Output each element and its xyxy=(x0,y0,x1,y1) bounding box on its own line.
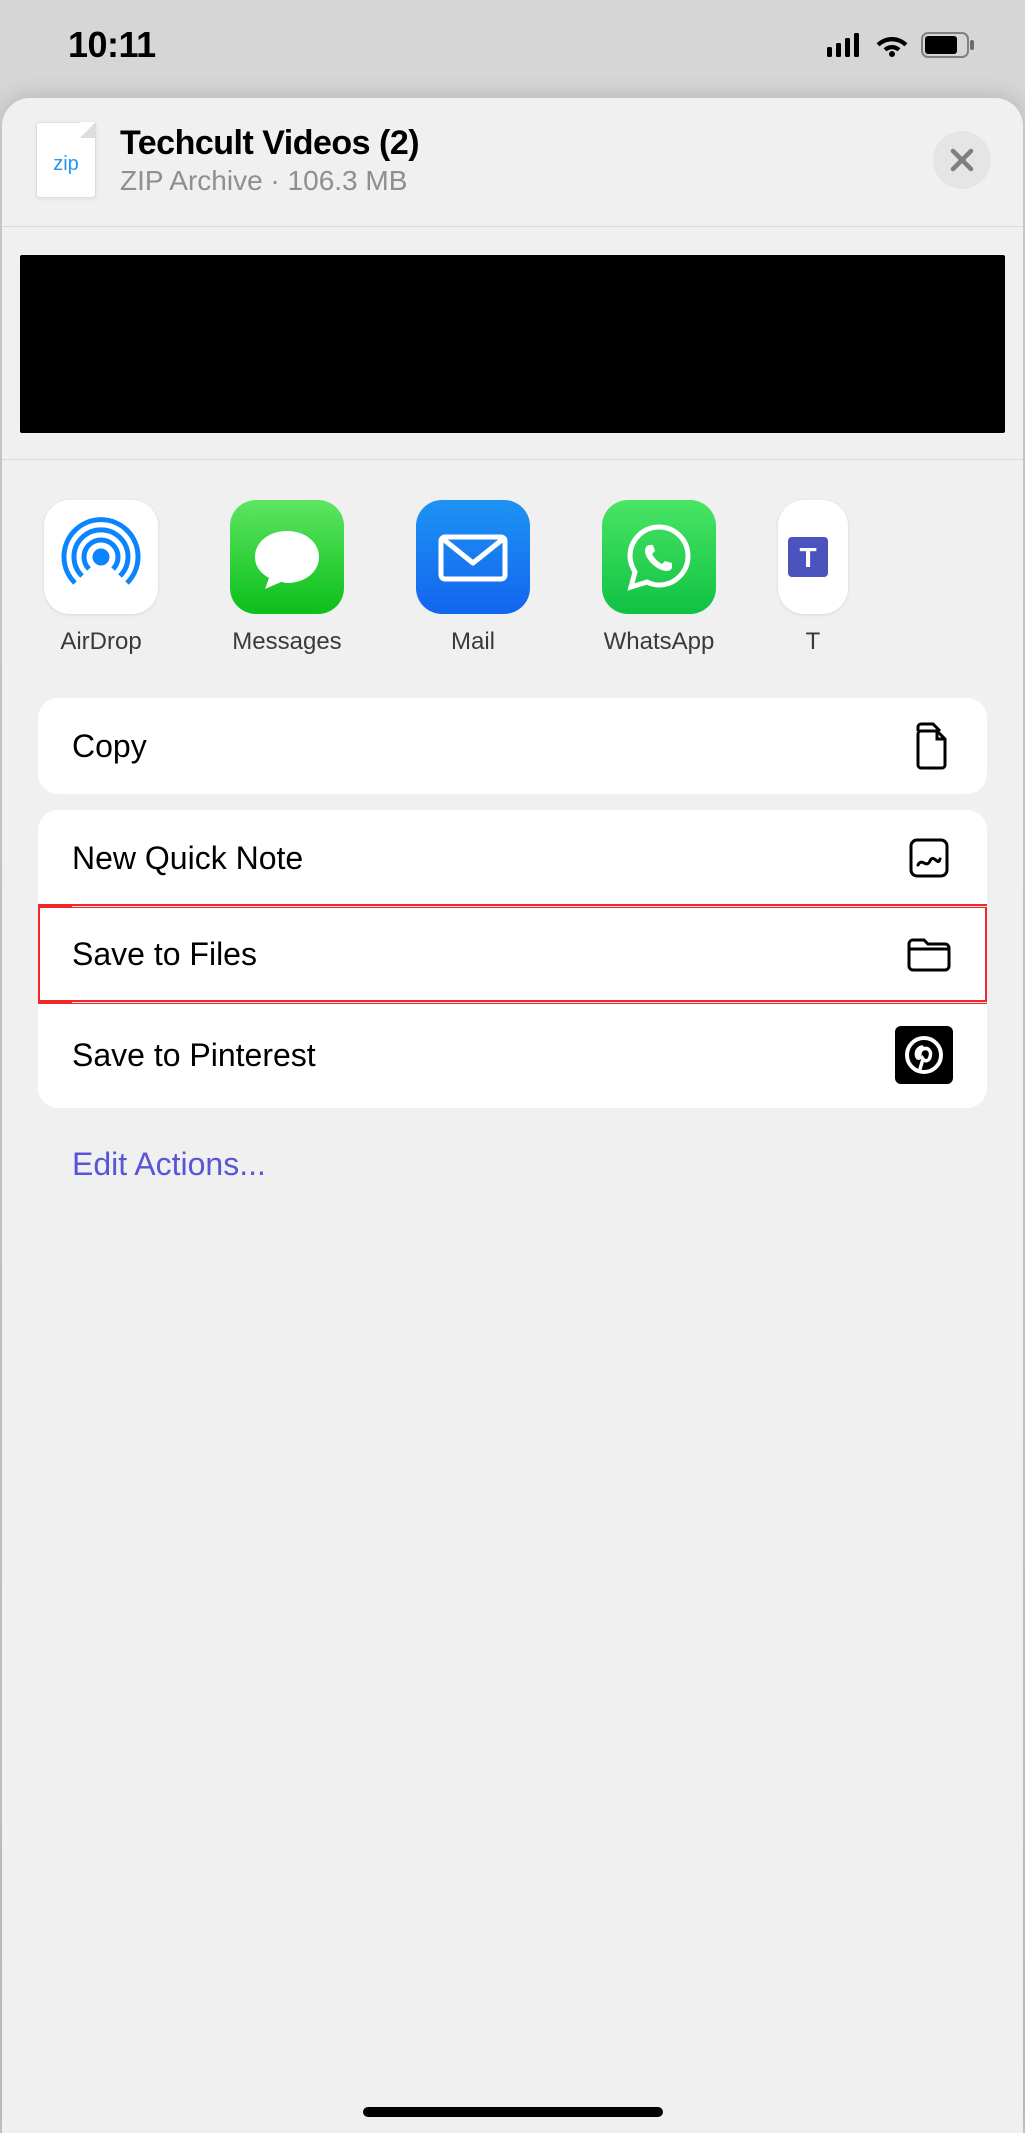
wifi-icon xyxy=(875,33,909,57)
share-apps-row: AirDrop Messages Mail xyxy=(2,460,1023,656)
app-messages-label: Messages xyxy=(232,628,341,656)
file-meta: Techcult Videos (2) ZIP Archive · 106.3 … xyxy=(120,124,909,197)
app-teams[interactable]: T T xyxy=(778,500,848,656)
quick-note-icon xyxy=(905,834,953,882)
file-thumbnail-label: zip xyxy=(53,153,79,176)
status-icons xyxy=(827,32,975,58)
close-icon xyxy=(949,147,975,173)
mail-icon xyxy=(416,500,530,614)
file-preview xyxy=(20,255,1005,433)
preview-area xyxy=(2,227,1023,460)
app-messages[interactable]: Messages xyxy=(220,500,354,656)
action-copy-label: Copy xyxy=(72,728,147,765)
action-save-to-pinterest-label: Save to Pinterest xyxy=(72,1037,316,1074)
teams-icon: T xyxy=(778,500,848,614)
file-details: ZIP Archive · 106.3 MB xyxy=(120,165,909,197)
cellular-icon xyxy=(827,33,863,57)
file-thumbnail: zip xyxy=(36,122,96,198)
app-airdrop-label: AirDrop xyxy=(60,628,141,656)
home-indicator[interactable] xyxy=(363,2107,663,2117)
folder-icon xyxy=(905,930,953,978)
file-header: zip Techcult Videos (2) ZIP Archive · 10… xyxy=(2,98,1023,227)
close-button[interactable] xyxy=(933,131,991,189)
app-mail-label: Mail xyxy=(451,628,495,656)
pinterest-icon xyxy=(895,1026,953,1084)
messages-icon xyxy=(230,500,344,614)
app-airdrop[interactable]: AirDrop xyxy=(34,500,168,656)
airdrop-icon xyxy=(44,500,158,614)
action-save-to-files[interactable]: Save to Files xyxy=(38,906,987,1002)
app-teams-label: T xyxy=(806,628,821,656)
battery-icon xyxy=(921,32,975,58)
share-sheet: zip Techcult Videos (2) ZIP Archive · 10… xyxy=(2,98,1023,2133)
action-save-to-pinterest[interactable]: Save to Pinterest xyxy=(38,1002,987,1108)
action-quick-note-label: New Quick Note xyxy=(72,840,303,877)
actions-list: Copy New Quick Note xyxy=(2,656,1023,1205)
action-quick-note[interactable]: New Quick Note xyxy=(38,810,987,906)
status-time: 10:11 xyxy=(68,24,156,66)
whatsapp-icon xyxy=(602,500,716,614)
svg-text:T: T xyxy=(799,542,816,573)
action-copy[interactable]: Copy xyxy=(38,698,987,794)
file-name: Techcult Videos (2) xyxy=(120,124,909,163)
copy-icon xyxy=(905,722,953,770)
status-bar: 10:11 xyxy=(0,0,1025,90)
app-mail[interactable]: Mail xyxy=(406,500,540,656)
action-save-to-files-label: Save to Files xyxy=(72,936,257,973)
app-whatsapp-label: WhatsApp xyxy=(604,628,715,656)
edit-actions-link[interactable]: Edit Actions... xyxy=(38,1124,987,1205)
app-whatsapp[interactable]: WhatsApp xyxy=(592,500,726,656)
